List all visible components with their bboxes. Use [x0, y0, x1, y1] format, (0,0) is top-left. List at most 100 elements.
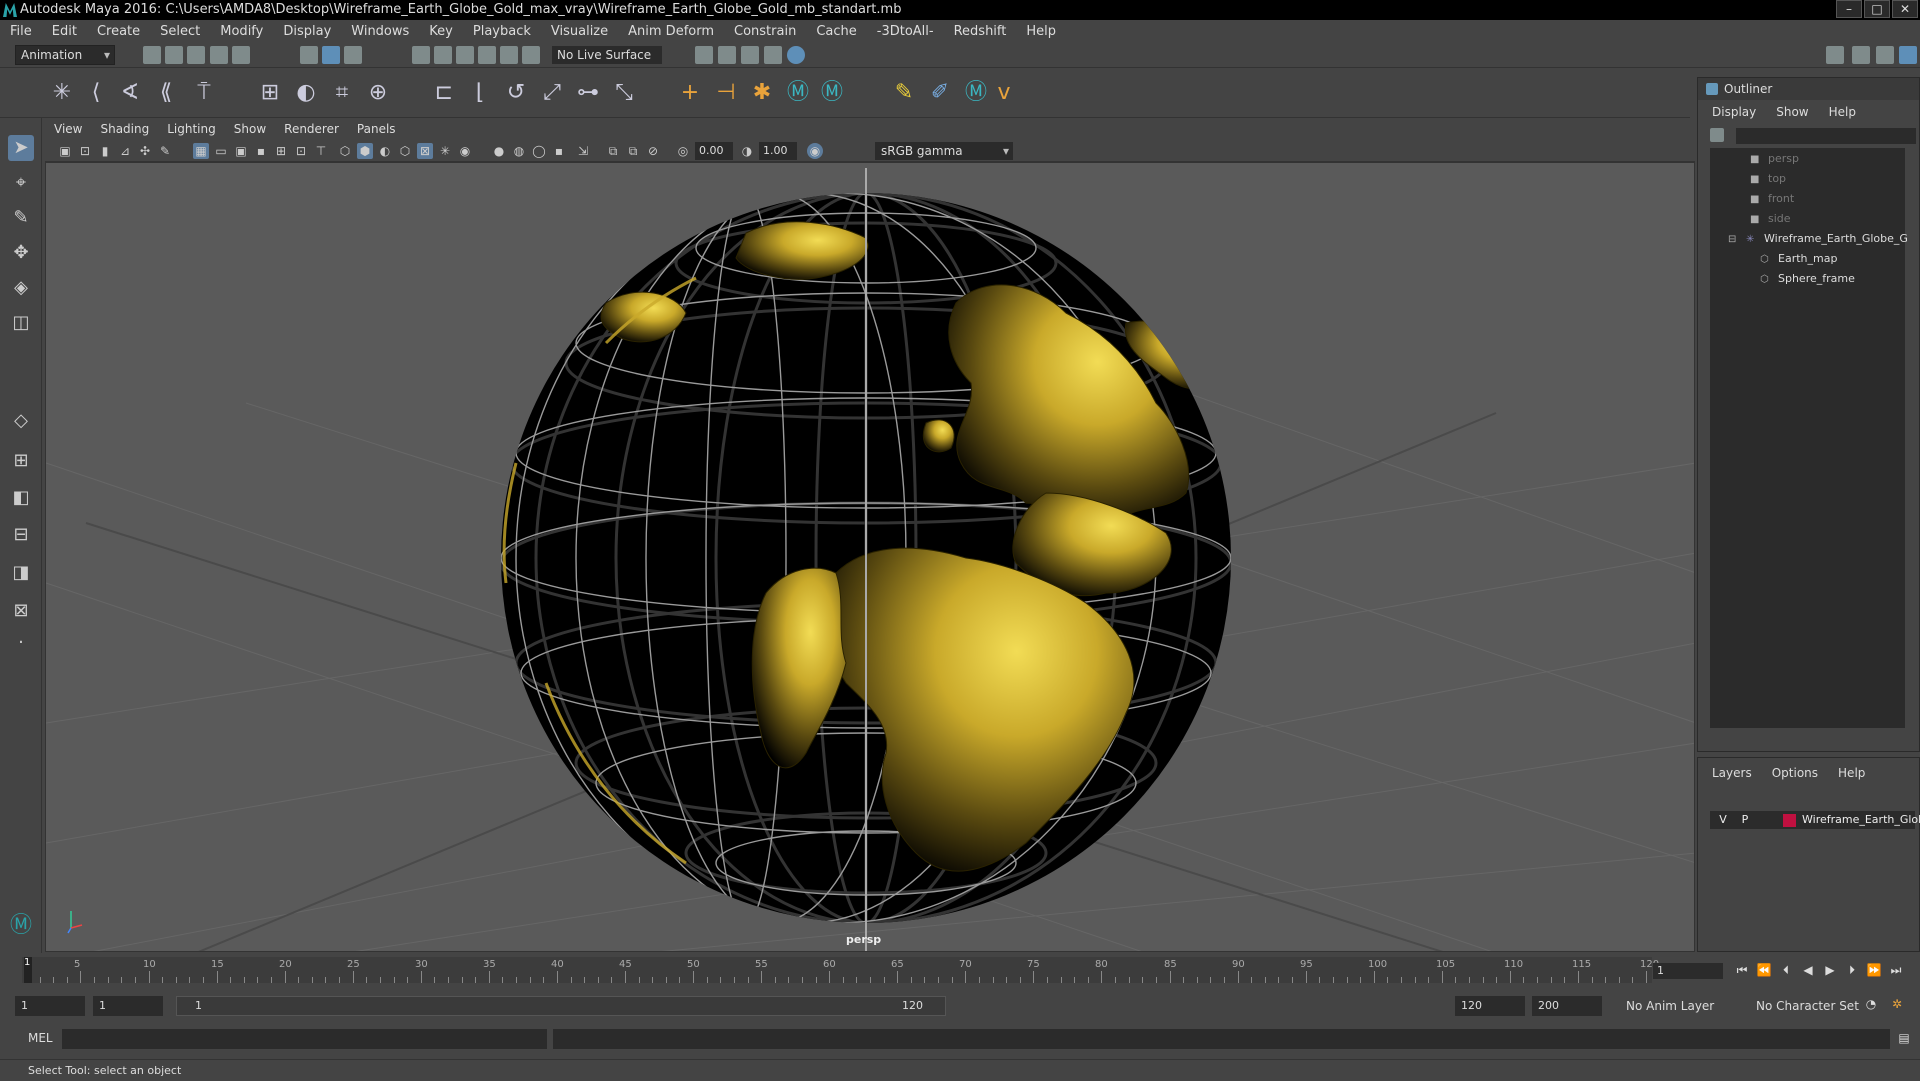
tree-item-earth-map[interactable]: ⬡ Earth_map	[1760, 250, 1837, 268]
menu-cache[interactable]: Cache	[816, 24, 856, 39]
rotate-tool-icon[interactable]: ◈	[8, 275, 34, 301]
layer-visibility-toggle[interactable]: V	[1714, 811, 1732, 829]
outliner-menu-help[interactable]: Help	[1829, 105, 1856, 123]
maximize-button[interactable]: □	[1864, 0, 1890, 18]
grease-pencil-icon[interactable]: ✎	[157, 143, 173, 159]
menu-windows[interactable]: Windows	[351, 24, 409, 39]
paint-select-icon[interactable]: ✎	[8, 205, 34, 231]
persp-uv-icon[interactable]: ⊠	[8, 598, 34, 624]
open-scene-icon[interactable]	[165, 46, 183, 64]
default-material-icon[interactable]: ◐	[377, 143, 393, 159]
menu-create[interactable]: Create	[97, 24, 140, 39]
cluster-icon[interactable]: ⌗	[328, 80, 356, 106]
soft-mod-icon[interactable]: ⊕	[364, 80, 392, 106]
tree-item-persp[interactable]: ■ persp	[1750, 150, 1799, 168]
layer-menu-options[interactable]: Options	[1772, 766, 1818, 780]
wireframe-icon[interactable]: ⬡	[337, 143, 353, 159]
go-to-end-button[interactable]: ⏭	[1887, 963, 1905, 979]
auto-key-icon[interactable]: ◔	[1862, 997, 1880, 1013]
camera-attributes-icon[interactable]: ⊡	[77, 143, 93, 159]
bookmark-icon[interactable]: ▮	[97, 143, 113, 159]
xray-components-icon[interactable]: ⊘	[645, 143, 661, 159]
step-back-key-button[interactable]: ⏴	[1777, 963, 1795, 979]
snap-point-icon[interactable]	[456, 46, 474, 64]
aim-constraint-icon[interactable]: ⊣	[712, 80, 740, 106]
snap-live-icon[interactable]	[522, 46, 540, 64]
script-export-icon[interactable]: Ⓜ	[818, 80, 846, 106]
field-chart-icon[interactable]: ⊞	[273, 143, 289, 159]
smooth-shade-icon[interactable]: ⬢	[357, 143, 373, 159]
gate-mask-icon[interactable]: ▪	[253, 143, 269, 159]
menu-3dtoall[interactable]: -3DtoAll-	[877, 24, 934, 39]
menu-edit[interactable]: Edit	[52, 24, 77, 39]
view-transform-dropdown[interactable]: sRGB gamma	[875, 142, 1013, 160]
persp-graph-icon[interactable]: ⊟	[8, 522, 34, 548]
snap-surface-icon[interactable]	[500, 46, 518, 64]
gamma-icon[interactable]: ◑	[739, 143, 755, 159]
key-translate-icon[interactable]: ⌊	[466, 80, 494, 106]
joint-tool-icon[interactable]: ✳	[48, 80, 76, 106]
current-frame-field[interactable]: 1	[1653, 963, 1723, 979]
step-forward-key-button[interactable]: ⏵	[1843, 963, 1861, 979]
2d-pan-icon[interactable]: ✣	[137, 143, 153, 159]
minimize-button[interactable]: –	[1836, 0, 1862, 18]
menu-constrain[interactable]: Constrain	[734, 24, 796, 39]
bind-skin-icon[interactable]: ⟪	[152, 80, 180, 106]
exposure-icon[interactable]: ◎	[675, 143, 691, 159]
layer-menu-help[interactable]: Help	[1838, 766, 1865, 780]
lasso-tool-icon[interactable]: ⌖	[8, 170, 34, 196]
tree-item-globe-group[interactable]: ⊟ ✳ Wireframe_Earth_Globe_G	[1728, 230, 1908, 248]
depth-of-field-icon[interactable]: ▪	[551, 143, 567, 159]
undo-icon[interactable]	[210, 46, 228, 64]
tool-settings-icon[interactable]	[1876, 46, 1894, 64]
ambient-occlusion-icon[interactable]: ●	[491, 143, 507, 159]
panel-menu-view[interactable]: View	[54, 122, 82, 136]
script-language-toggle[interactable]: MEL	[28, 1031, 53, 1045]
menu-select[interactable]: Select	[160, 24, 200, 39]
script-mel-icon[interactable]: Ⓜ	[962, 80, 990, 106]
menu-modify[interactable]: Modify	[220, 24, 263, 39]
tree-item-side[interactable]: ■ side	[1750, 210, 1791, 228]
step-forward-frame-button[interactable]: ⏩	[1865, 963, 1883, 979]
select-tool-icon[interactable]: ➤	[8, 135, 34, 161]
layer-color-swatch[interactable]	[1783, 814, 1796, 827]
image-plane-icon[interactable]: ⊿	[117, 143, 133, 159]
go-to-start-button[interactable]: ⏮	[1733, 963, 1751, 979]
scene-start-field[interactable]: 1	[15, 996, 85, 1016]
ghost-icon[interactable]: ⤡	[610, 80, 638, 106]
ik-handle-icon[interactable]: ⟨	[82, 80, 110, 106]
collapse-icon[interactable]: ⊟	[1728, 231, 1742, 248]
menu-playback[interactable]: Playback	[473, 24, 531, 39]
time-slider-track[interactable]: 5 10 15 20 25 30 35 40 45 50 55 60 65 70 75 80 85 90 95 100…	[22, 957, 1659, 983]
motion-blur-icon[interactable]: ◍	[511, 143, 527, 159]
channel-box-icon[interactable]	[1899, 46, 1917, 64]
playback-end-field[interactable]: 120	[1455, 996, 1525, 1016]
safe-action-icon[interactable]: ⊡	[293, 143, 309, 159]
anti-aliasing-icon[interactable]: ◯	[531, 143, 547, 159]
use-all-lights-icon[interactable]: ✳	[437, 143, 453, 159]
outliner-search-input[interactable]	[1736, 128, 1916, 144]
save-scene-icon[interactable]	[187, 46, 205, 64]
isolate-select-icon[interactable]: ⇲	[575, 143, 591, 159]
ipr-render-icon[interactable]	[764, 46, 782, 64]
render-view-icon[interactable]	[718, 46, 736, 64]
menu-visualize[interactable]: Visualize	[551, 24, 608, 39]
select-component-icon[interactable]	[344, 46, 362, 64]
panel-menu-lighting[interactable]: Lighting	[167, 122, 216, 136]
snap-view-plane-icon[interactable]	[478, 46, 496, 64]
attribute-editor-icon[interactable]	[1852, 46, 1870, 64]
color-management-icon[interactable]: ◉	[807, 143, 823, 159]
step-back-frame-button[interactable]: ⏪	[1755, 963, 1773, 979]
outliner-menu-display[interactable]: Display	[1712, 105, 1756, 123]
animation-prefs-icon[interactable]: ✲	[1888, 997, 1906, 1013]
orient-constraint-icon[interactable]: ✱	[748, 80, 776, 106]
perspective-viewport[interactable]: persp	[45, 162, 1695, 952]
script-3dtoall-icon[interactable]: Ⓜ	[784, 80, 812, 106]
panel-menu-show[interactable]: Show	[234, 122, 266, 136]
menu-file[interactable]: File	[10, 24, 32, 39]
select-hierarchy-icon[interactable]	[300, 46, 318, 64]
exposure-field[interactable]: 0.00	[695, 142, 733, 160]
motion-path-icon[interactable]: ⊶	[574, 80, 602, 106]
single-view-icon[interactable]: ◇	[8, 408, 34, 434]
command-input[interactable]	[62, 1029, 547, 1049]
